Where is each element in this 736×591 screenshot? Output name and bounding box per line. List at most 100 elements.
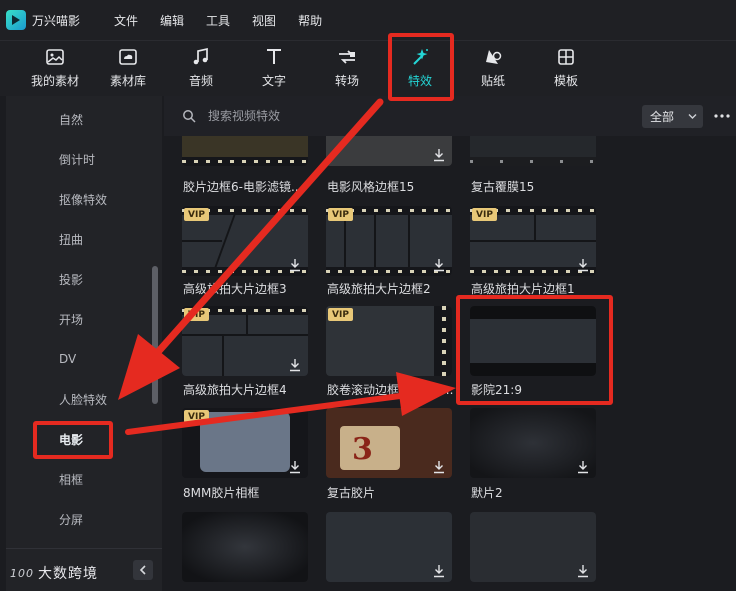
tab-text[interactable]: 文字 bbox=[242, 47, 306, 95]
tab-stock-media[interactable]: 素材库 bbox=[96, 47, 160, 95]
text-t-icon bbox=[267, 49, 281, 64]
effect-thumbnail bbox=[326, 512, 452, 582]
effect-thumbnail: VIP bbox=[182, 206, 308, 276]
download-icon bbox=[578, 259, 588, 272]
vip-badge: VIP bbox=[472, 208, 497, 221]
sidebar-item-keying[interactable]: 抠像特效 bbox=[6, 179, 162, 219]
effect-card[interactable]: VIP 高级旅拍大片边框4 bbox=[182, 306, 308, 398]
tab-stickers[interactable]: 贴纸 bbox=[461, 47, 525, 95]
effect-thumbnail: 3 bbox=[326, 408, 452, 478]
effect-card[interactable]: 胶片边框6-电影滤镜... bbox=[182, 136, 308, 196]
menu-view[interactable]: 视图 bbox=[252, 12, 276, 29]
effect-card[interactable]: VIP 8MM胶片相框 bbox=[182, 408, 308, 500]
tab-my-media[interactable]: 我的素材 bbox=[23, 47, 87, 95]
download-icon bbox=[290, 259, 300, 272]
chevron-left-icon bbox=[139, 565, 146, 575]
vip-badge: VIP bbox=[328, 308, 353, 321]
download-icon bbox=[290, 359, 300, 372]
app-logo-icon bbox=[6, 10, 26, 30]
effect-thumbnail bbox=[470, 512, 596, 582]
menu-help[interactable]: 帮助 bbox=[298, 12, 322, 29]
filter-value: 全部 bbox=[650, 110, 675, 124]
template-icon bbox=[558, 49, 574, 65]
tab-audio[interactable]: 音频 bbox=[169, 47, 233, 95]
effect-card[interactable]: VIP 高级旅拍大片边框1 bbox=[470, 206, 596, 296]
effect-thumbnail bbox=[470, 408, 596, 478]
effect-title: 胶片边框6-电影滤镜... bbox=[183, 180, 303, 194]
vip-badge: VIP bbox=[328, 208, 353, 221]
effect-card[interactable]: 默片2 bbox=[470, 408, 596, 500]
transition-arrows-icon bbox=[339, 50, 355, 64]
tab-transitions[interactable]: 转场 bbox=[315, 47, 379, 95]
effect-card[interactable]: VIP 高级旅拍大片边框2 bbox=[326, 206, 452, 296]
search-icon bbox=[183, 110, 196, 123]
media-toolbar: 我的素材 素材库 音频 文字 转场 特效 贴纸 模板 bbox=[0, 40, 736, 96]
effect-card[interactable]: VIP 胶卷滚动边框-16mm... bbox=[326, 306, 453, 398]
sidebar-item-face-effects[interactable]: 人脸特效 bbox=[6, 379, 162, 419]
app-name: 万兴喵影 bbox=[32, 13, 81, 28]
effects-grid: 胶片边框6-电影滤镜... 电影风格边框15 复古覆膜15 VIP 高级旅拍大片… bbox=[164, 136, 736, 591]
filter-dropdown[interactable]: 全部 bbox=[642, 105, 703, 128]
effect-card[interactable] bbox=[326, 512, 452, 582]
collapse-sidebar-button[interactable] bbox=[133, 560, 153, 580]
effect-title: 默片2 bbox=[471, 486, 503, 500]
menu-edit[interactable]: 编辑 bbox=[160, 12, 184, 29]
download-icon bbox=[578, 565, 588, 578]
effect-thumbnail: VIP bbox=[182, 306, 308, 376]
effect-card[interactable]: 复古覆膜15 bbox=[470, 136, 596, 196]
effect-thumbnail bbox=[182, 136, 308, 166]
tab-label: 文字 bbox=[261, 74, 286, 88]
sidebar-scrollbar[interactable] bbox=[152, 266, 158, 404]
vip-badge: VIP bbox=[184, 410, 209, 423]
sidebar-item-countdown[interactable]: 倒计时 bbox=[6, 139, 162, 179]
watermark-text: 大数跨境 bbox=[38, 566, 98, 582]
effect-thumbnail bbox=[326, 136, 452, 166]
sidebar-item-distortion[interactable]: 扭曲 bbox=[6, 219, 162, 259]
effect-card[interactable] bbox=[470, 512, 596, 582]
watermark: 100 大数跨境 bbox=[10, 563, 98, 583]
highlight-effects-tab bbox=[388, 33, 454, 101]
effects-panel: 全部 胶片边框6-电影滤镜... 电影风格边框15 复古覆膜15 bbox=[164, 96, 736, 591]
vip-badge: VIP bbox=[184, 208, 209, 221]
menu-bar: 文件 编辑 工具 视图 帮助 bbox=[114, 12, 344, 29]
download-icon bbox=[434, 565, 444, 578]
effect-card[interactable]: VIP 高级旅拍大片边框3 bbox=[182, 206, 308, 296]
more-options-icon[interactable] bbox=[712, 106, 732, 126]
download-icon bbox=[290, 461, 300, 474]
sidebar-item-nature[interactable]: 自然 bbox=[6, 99, 162, 139]
download-icon bbox=[578, 461, 588, 474]
highlight-movie-category bbox=[33, 421, 113, 459]
download-icon bbox=[434, 149, 444, 162]
highlight-cinema-effect bbox=[456, 295, 613, 405]
music-note-icon bbox=[193, 47, 208, 65]
cloud-folder-icon bbox=[119, 49, 137, 65]
effect-card[interactable]: 电影风格边框15 bbox=[326, 136, 452, 196]
effect-title: 高级旅拍大片边框4 bbox=[183, 383, 287, 397]
sidebar-item-split-screen[interactable]: 分屏 bbox=[6, 499, 162, 539]
tab-templates[interactable]: 模板 bbox=[534, 47, 598, 95]
effect-title: 复古胶片 bbox=[327, 486, 376, 500]
image-icon bbox=[46, 49, 64, 65]
download-icon bbox=[434, 259, 444, 272]
vip-badge: VIP bbox=[184, 308, 209, 321]
menu-tools[interactable]: 工具 bbox=[206, 12, 230, 29]
effect-card[interactable] bbox=[182, 512, 308, 582]
effect-title: 8MM胶片相框 bbox=[183, 486, 260, 500]
menu-file[interactable]: 文件 bbox=[114, 12, 138, 29]
effect-thumbnail: VIP bbox=[470, 206, 596, 276]
sidebar-item-frame[interactable]: 相框 bbox=[6, 459, 162, 499]
sidebar-item-dv[interactable]: DV bbox=[6, 339, 162, 379]
effect-thumbnail: VIP bbox=[326, 306, 452, 376]
effect-title: 复古覆膜15 bbox=[471, 180, 535, 194]
effect-thumbnail bbox=[470, 136, 596, 166]
search-input[interactable] bbox=[208, 106, 408, 126]
download-icon bbox=[434, 461, 444, 474]
tab-label: 素材库 bbox=[109, 74, 146, 88]
effect-title: 高级旅拍大片边框2 bbox=[327, 282, 431, 296]
chevron-down-icon bbox=[688, 114, 697, 119]
sidebar-item-opening[interactable]: 开场 bbox=[6, 299, 162, 339]
effect-card[interactable]: 3 复古胶片 bbox=[326, 408, 452, 500]
effect-thumbnail: VIP bbox=[182, 408, 308, 478]
effect-thumbnail: VIP bbox=[326, 206, 452, 276]
sidebar-item-shadow[interactable]: 投影 bbox=[6, 259, 162, 299]
